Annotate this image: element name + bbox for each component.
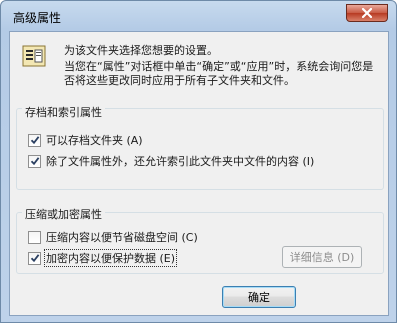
details-button[interactable]: 详细信息 (D) (282, 246, 362, 268)
close-icon (362, 8, 372, 18)
archive-option-label[interactable]: 可以存档文件夹 (A) (45, 132, 144, 148)
compress-option-row[interactable]: 压缩内容以便节省磁盘空间 (C) (28, 229, 199, 245)
index-checkbox[interactable] (28, 154, 41, 168)
window-title: 高级属性 (13, 11, 62, 25)
compress-group-label: 压缩或加密属性 (22, 206, 105, 222)
index-option-label[interactable]: 除了文件属性外，还允许索引此文件夹中文件的内容 (I) (45, 153, 315, 169)
compress-checkbox[interactable] (28, 230, 41, 244)
dialog-client-area: 为该文件夹选择您想要的设置。 当您在“属性”对话框中单击“确定”或“应用”时，系… (9, 31, 389, 316)
header-description: 为该文件夹选择您想要的设置。 (64, 44, 218, 57)
index-option-row[interactable]: 除了文件属性外，还允许索引此文件夹中文件的内容 (I) (28, 153, 315, 169)
header-note: 当您在“属性”对话框中单击“确定”或“应用”时，系统会询问您是否将这些更改同时应… (64, 60, 374, 87)
archive-group-box (16, 108, 384, 190)
compress-option-label[interactable]: 压缩内容以便节省磁盘空间 (C) (45, 229, 199, 245)
archive-checkbox[interactable] (28, 133, 41, 147)
encrypt-option-label[interactable]: 加密内容以便保护数据 (E) (43, 249, 178, 267)
ok-button[interactable]: 确定 (222, 286, 296, 308)
check-mark-icon (30, 136, 39, 145)
encrypt-checkbox[interactable] (28, 251, 41, 265)
check-mark-icon (30, 157, 39, 166)
advanced-attributes-dialog: 高级属性 为该文件夹选择您想要的设置。 当您在“属性”对话框中单击“确定”或“应… (0, 0, 397, 323)
folder-properties-icon (22, 45, 46, 67)
close-button[interactable] (346, 4, 388, 22)
archive-option-row[interactable]: 可以存档文件夹 (A) (28, 132, 144, 148)
check-mark-icon (30, 254, 39, 263)
archive-group-label: 存档和索引属性 (22, 104, 105, 120)
title-bar[interactable]: 高级属性 (1, 1, 396, 31)
encrypt-option-row[interactable]: 加密内容以便保护数据 (E) (28, 249, 178, 267)
